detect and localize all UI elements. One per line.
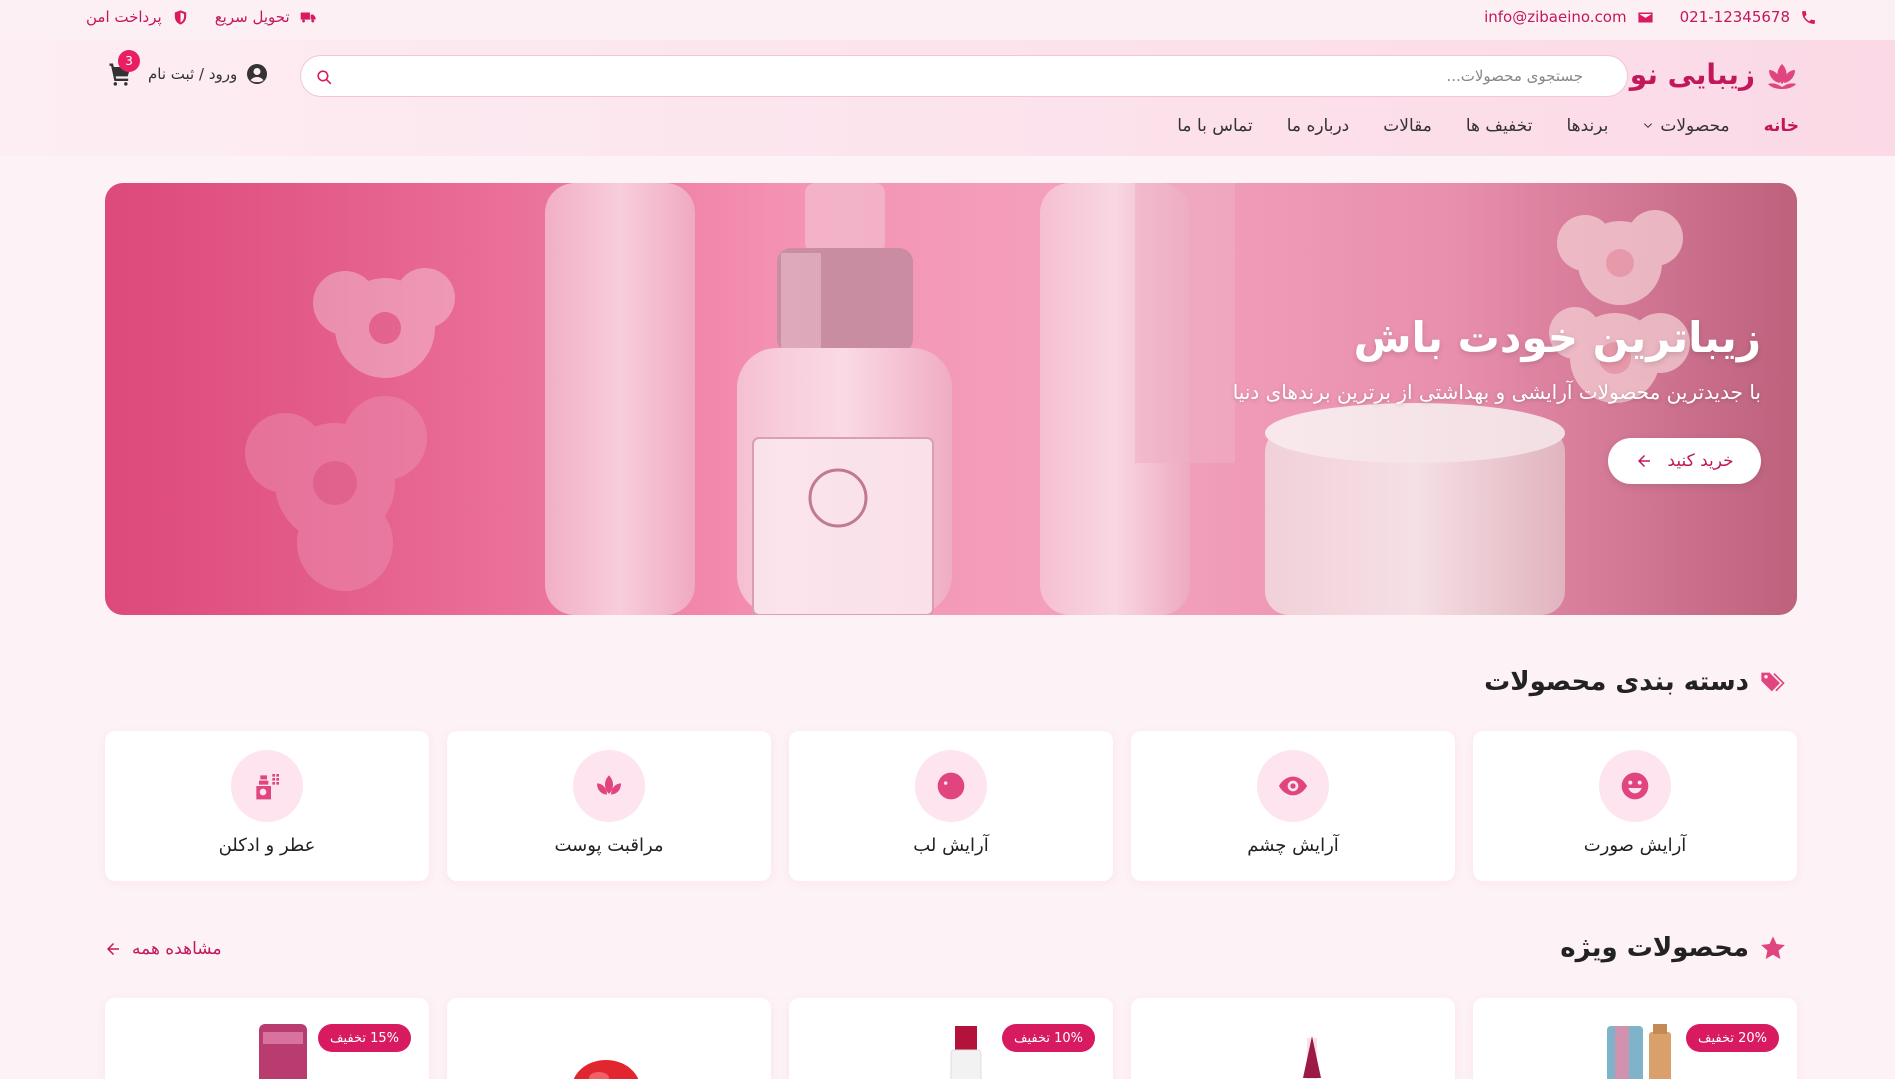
search-icon bbox=[316, 69, 331, 84]
category-icon-wrap bbox=[915, 750, 987, 822]
product-image bbox=[1607, 1024, 1671, 1079]
smile-icon bbox=[1621, 772, 1649, 800]
arrow-left-icon bbox=[107, 943, 119, 955]
category-label: آرایش چشم bbox=[1247, 835, 1339, 856]
nav-label: تخفیف ها bbox=[1465, 116, 1533, 136]
featured-title: محصولات ویژه bbox=[1560, 933, 1749, 963]
kiss-icon bbox=[937, 772, 965, 800]
shield-icon bbox=[174, 9, 186, 25]
featured-heading: محصولات ویژه bbox=[1560, 933, 1787, 963]
truck-icon bbox=[300, 12, 316, 22]
category-icon-wrap bbox=[573, 750, 645, 822]
categories-title: دسته بندی محصولات bbox=[1484, 667, 1749, 697]
nav-item-about[interactable]: درباره ما bbox=[1287, 116, 1350, 136]
featured-products-grid: 20% تخفیف 10% تخفیف 15% تخفیف bbox=[105, 998, 1797, 1079]
product-card[interactable] bbox=[447, 998, 771, 1079]
category-card-face[interactable]: آرایش صورت bbox=[1473, 731, 1797, 881]
category-icon-wrap bbox=[1599, 750, 1671, 822]
search-button[interactable] bbox=[311, 64, 337, 90]
view-all-link[interactable]: مشاهده همه bbox=[104, 939, 222, 959]
spa-lotus-icon bbox=[597, 775, 621, 795]
category-label: عطر و ادکلن bbox=[218, 835, 316, 856]
hero-title: زیباترین خودت باش bbox=[1353, 313, 1761, 362]
perks: تحویل سریع پرداخت امن bbox=[86, 8, 317, 26]
category-label: آرایش لب bbox=[913, 835, 989, 856]
view-all-label: مشاهده همه bbox=[132, 939, 222, 959]
search-input[interactable] bbox=[433, 64, 1583, 88]
star-icon bbox=[1761, 936, 1785, 959]
email-address: info@zibaeino.com bbox=[1484, 8, 1627, 26]
nav-label: درباره ما bbox=[1286, 116, 1350, 136]
category-card-perfume[interactable]: عطر و ادکلن bbox=[105, 731, 429, 881]
chevron-down-icon bbox=[1644, 123, 1653, 128]
product-card[interactable]: 15% تخفیف bbox=[105, 998, 429, 1079]
category-card-eye[interactable]: آرایش چشم bbox=[1131, 731, 1455, 881]
category-label: مراقبت پوست bbox=[554, 835, 664, 856]
brand-logo[interactable]: زیبایی نو bbox=[1630, 58, 1799, 91]
discount-badge: 10% تخفیف bbox=[1001, 1024, 1095, 1052]
product-card[interactable]: 10% تخفیف bbox=[789, 998, 1113, 1079]
discount-badge: 15% تخفیف bbox=[317, 1024, 411, 1052]
product-image bbox=[259, 1024, 307, 1079]
nav-item-discounts[interactable]: تخفیف ها bbox=[1466, 116, 1533, 136]
fast-delivery: تحویل سریع bbox=[215, 8, 317, 26]
product-image bbox=[573, 1060, 639, 1079]
cart-count-badge: 3 bbox=[118, 50, 140, 72]
login-register-link[interactable]: ورود / ثبت نام bbox=[148, 62, 269, 86]
nav-label: تماس با ما bbox=[1177, 116, 1253, 136]
search-bar bbox=[300, 55, 1628, 97]
lotus-icon bbox=[1768, 63, 1796, 89]
main-nav: خانه محصولات برندها تخفیف ها مقالات دربا… bbox=[1177, 116, 1799, 136]
shop-now-label: خرید کنید bbox=[1667, 451, 1734, 471]
product-image bbox=[1303, 1036, 1321, 1079]
product-card[interactable]: 20% تخفیف bbox=[1473, 998, 1797, 1079]
nav-item-brands[interactable]: برندها bbox=[1566, 116, 1608, 136]
envelope-icon bbox=[1638, 12, 1653, 22]
contact-info: 021-12345678 info@zibaeino.com bbox=[1484, 8, 1817, 26]
secure-payment-label: پرداخت امن bbox=[86, 8, 162, 26]
categories-heading: دسته بندی محصولات bbox=[1484, 667, 1787, 697]
nav-item-contact[interactable]: تماس با ما bbox=[1177, 116, 1253, 136]
spray-bottle-icon bbox=[256, 774, 279, 800]
cart-button[interactable]: 3 bbox=[104, 50, 140, 90]
hero-banner: زیباترین خودت باش با جدیدترین محصولات آر… bbox=[105, 183, 1797, 615]
nav-item-products[interactable]: محصولات bbox=[1642, 116, 1730, 136]
product-card[interactable] bbox=[1131, 998, 1455, 1079]
nav-label: مقالات bbox=[1383, 116, 1432, 136]
fast-delivery-label: تحویل سریع bbox=[214, 8, 290, 26]
nav-item-home[interactable]: خانه bbox=[1764, 116, 1799, 136]
tags-icon bbox=[1761, 672, 1785, 692]
email-link[interactable]: info@zibaeino.com bbox=[1484, 8, 1654, 26]
phone-icon bbox=[1802, 10, 1815, 24]
phone-link[interactable]: 021-12345678 bbox=[1680, 8, 1817, 26]
nav-label: برندها bbox=[1566, 116, 1609, 136]
user-circle-icon bbox=[247, 64, 268, 84]
secure-payment: پرداخت امن bbox=[86, 8, 189, 26]
hero-subtitle: با جدیدترین محصولات آرایشی و بهداشتی از … bbox=[1232, 380, 1761, 404]
nav-label: محصولات bbox=[1660, 116, 1730, 136]
category-card-skincare[interactable]: مراقبت پوست bbox=[447, 731, 771, 881]
arrow-left-icon bbox=[1638, 455, 1651, 467]
category-card-lip[interactable]: آرایش لب bbox=[789, 731, 1113, 881]
brand-name: زیبایی نو bbox=[1629, 58, 1755, 91]
shop-now-button[interactable]: خرید کنید bbox=[1608, 438, 1761, 484]
discount-badge: 20% تخفیف bbox=[1685, 1024, 1779, 1052]
eye-icon bbox=[1279, 776, 1307, 796]
top-bar: 021-12345678 info@zibaeino.com تحویل سری… bbox=[0, 0, 1895, 40]
phone-number: 021-12345678 bbox=[1679, 8, 1790, 26]
category-label: آرایش صورت bbox=[1583, 835, 1687, 856]
nav-item-articles[interactable]: مقالات bbox=[1383, 116, 1432, 136]
site-header: زیبایی نو ورود / ثبت نام 3 خانه محصولات … bbox=[0, 40, 1895, 156]
nav-label: خانه bbox=[1763, 116, 1799, 136]
category-icon-wrap bbox=[231, 750, 303, 822]
account-label: ورود / ثبت نام bbox=[148, 65, 238, 83]
category-grid: آرایش صورت آرایش چشم آرایش لب مراقبت پوس… bbox=[105, 731, 1797, 881]
category-icon-wrap bbox=[1257, 750, 1329, 822]
product-image bbox=[950, 1026, 982, 1079]
